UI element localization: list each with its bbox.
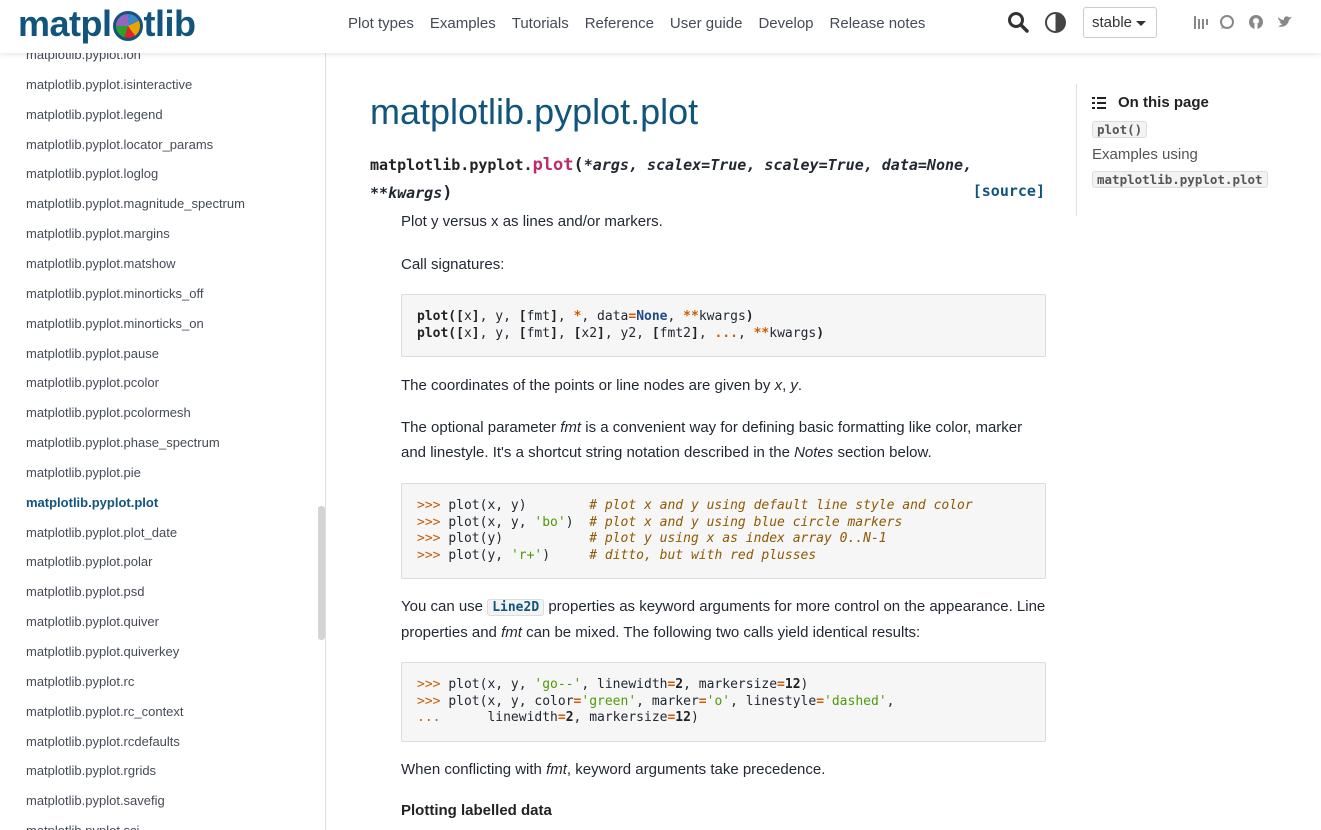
main-nav: Plot types Examples Tutorials Reference … [340, 0, 933, 46]
sidebar-item[interactable]: matplotlib.pyplot.ion [26, 53, 141, 67]
sidebar-item[interactable]: matplotlib.pyplot.legend [26, 107, 163, 127]
search-icon[interactable] [1007, 11, 1029, 33]
nav-plot-types[interactable]: Plot types [348, 15, 414, 32]
nav-examples[interactable]: Examples [430, 15, 496, 32]
line2d-paragraph: You can use Line2D properties as keyword… [401, 598, 1046, 641]
signature-params-line2: **kwargs [370, 184, 443, 202]
nav-tutorials[interactable]: Tutorials [512, 15, 569, 32]
summary-text: Plot y versus x as lines and/or markers. [401, 213, 663, 230]
nav-reference[interactable]: Reference [585, 15, 654, 32]
github-icon[interactable] [1248, 14, 1264, 30]
sidebar-item[interactable]: matplotlib.pyplot.rgrids [26, 763, 156, 783]
matplotlib-logo[interactable]: matpl tlib [18, 2, 196, 46]
signature-params-line1: *args, scalex=True, scaley=True, data=No… [583, 156, 973, 174]
sidebar-item[interactable]: matplotlib.pyplot.rc_context [26, 704, 184, 724]
sidebar-item[interactable]: matplotlib.pyplot.rc [26, 674, 134, 694]
section-heading-labelled-data: Plotting labelled data [401, 802, 552, 819]
signature-close-paren: ) [442, 183, 453, 203]
sidebar-item[interactable]: matplotlib.pyplot.minorticks_on [26, 316, 204, 336]
toc-item-examples-code[interactable]: matplotlib.pyplot.plot [1092, 171, 1268, 188]
sidebar-item[interactable]: matplotlib.pyplot.quiver [26, 614, 159, 634]
sidebar-item[interactable]: matplotlib.pyplot.pie [26, 465, 141, 485]
nav-develop[interactable]: Develop [758, 15, 813, 32]
sidebar-item[interactable]: matplotlib.pyplot.pcolormesh [26, 405, 191, 425]
chevron-down-icon [1136, 21, 1146, 26]
toc-title: On this page [1092, 94, 1209, 111]
sidebar-item[interactable]: matplotlib.pyplot.polar [26, 554, 152, 574]
version-dropdown[interactable]: stable [1083, 7, 1157, 38]
logo-text-end: tlib [143, 3, 196, 44]
fmt-paragraph: The optional parameter fmt is a convenie… [401, 419, 1023, 461]
sidebar-item[interactable]: matplotlib.pyplot.margins [26, 226, 170, 246]
list-icon [1092, 96, 1106, 109]
logo-icon [112, 11, 143, 41]
main-content: matplotlib.pyplot.plot matplotlib.pyplot… [326, 53, 1076, 830]
sidebar-item[interactable]: matplotlib.pyplot.sci [26, 823, 139, 830]
signature-module: matplotlib.pyplot. [370, 156, 533, 174]
sidebar-nav: matplotlib.pyplot.ion matplotlib.pyplot.i… [0, 53, 326, 830]
gitter-icon[interactable] [1192, 14, 1208, 30]
logo-text-start: matpl [18, 3, 112, 44]
top-navbar: matpl tlib Plot types Examples Tutorials … [0, 0, 1321, 53]
sidebar-item[interactable]: matplotlib.pyplot.isinteractive [26, 77, 192, 97]
source-link[interactable]: [source] [973, 177, 1045, 205]
sidebar-item[interactable]: matplotlib.pyplot.phase_spectrum [26, 435, 220, 455]
nav-user-guide[interactable]: User guide [670, 15, 743, 32]
sidebar-item[interactable]: matplotlib.pyplot.rcdefaults [26, 734, 180, 754]
signature-function-name: plot [532, 155, 574, 175]
toc-item-plot[interactable]: plot() [1092, 121, 1148, 138]
nav-release-notes[interactable]: Release notes [830, 15, 926, 32]
page-title: matplotlib.pyplot.plot [370, 91, 699, 132]
coords-paragraph: The coordinates of the points or line no… [401, 377, 803, 394]
sidebar-item[interactable]: matplotlib.pyplot.plot_date [26, 525, 177, 545]
toc-item-examples-text[interactable]: Examples using [1092, 146, 1198, 163]
sidebar-item[interactable]: matplotlib.pyplot.magnitude_spectrum [26, 196, 245, 216]
sidebar-item[interactable]: matplotlib.pyplot.pcolor [26, 375, 159, 395]
sidebar-item[interactable]: matplotlib.pyplot.loglog [26, 166, 158, 186]
sidebar-scrollbar[interactable] [318, 506, 325, 640]
sidebar-item[interactable]: matplotlib.pyplot.plot [26, 495, 158, 515]
sidebar-item[interactable]: matplotlib.pyplot.matshow [26, 256, 176, 276]
signature-open-paren: ( [573, 155, 584, 175]
line2d-link[interactable]: Line2D [487, 599, 545, 616]
sidebar-item[interactable]: matplotlib.pyplot.savefig [26, 793, 165, 813]
call-signatures-label: Call signatures: [401, 256, 505, 273]
sidebar-item[interactable]: matplotlib.pyplot.psd [26, 584, 145, 604]
code-block-examples[interactable]: >>> plot(x, y) # plot x and y using defa… [401, 483, 1046, 579]
on-this-page-toc: On this page plot() Examples using matpl… [1076, 84, 1276, 216]
twitter-icon[interactable] [1277, 14, 1293, 30]
sidebar-item[interactable]: matplotlib.pyplot.minorticks_off [26, 286, 204, 306]
version-label: stable [1092, 14, 1133, 31]
sidebar-item[interactable]: matplotlib.pyplot.locator_params [26, 137, 213, 157]
discourse-icon[interactable] [1219, 14, 1235, 30]
function-signature: matplotlib.pyplot.plot(*args, scalex=Tru… [370, 151, 1045, 207]
code-block-signatures[interactable]: plot([x], y, [fmt], *, data=None, **kwar… [401, 294, 1046, 357]
theme-toggle-icon[interactable] [1045, 12, 1066, 33]
conflict-paragraph: When conflicting with fmt, keyword argum… [401, 761, 826, 778]
code-block-kwargs[interactable]: >>> plot(x, y, 'go--', linewidth=2, mark… [401, 662, 1046, 742]
sidebar-item[interactable]: matplotlib.pyplot.pause [26, 346, 159, 366]
sidebar-item[interactable]: matplotlib.pyplot.quiverkey [26, 644, 179, 664]
